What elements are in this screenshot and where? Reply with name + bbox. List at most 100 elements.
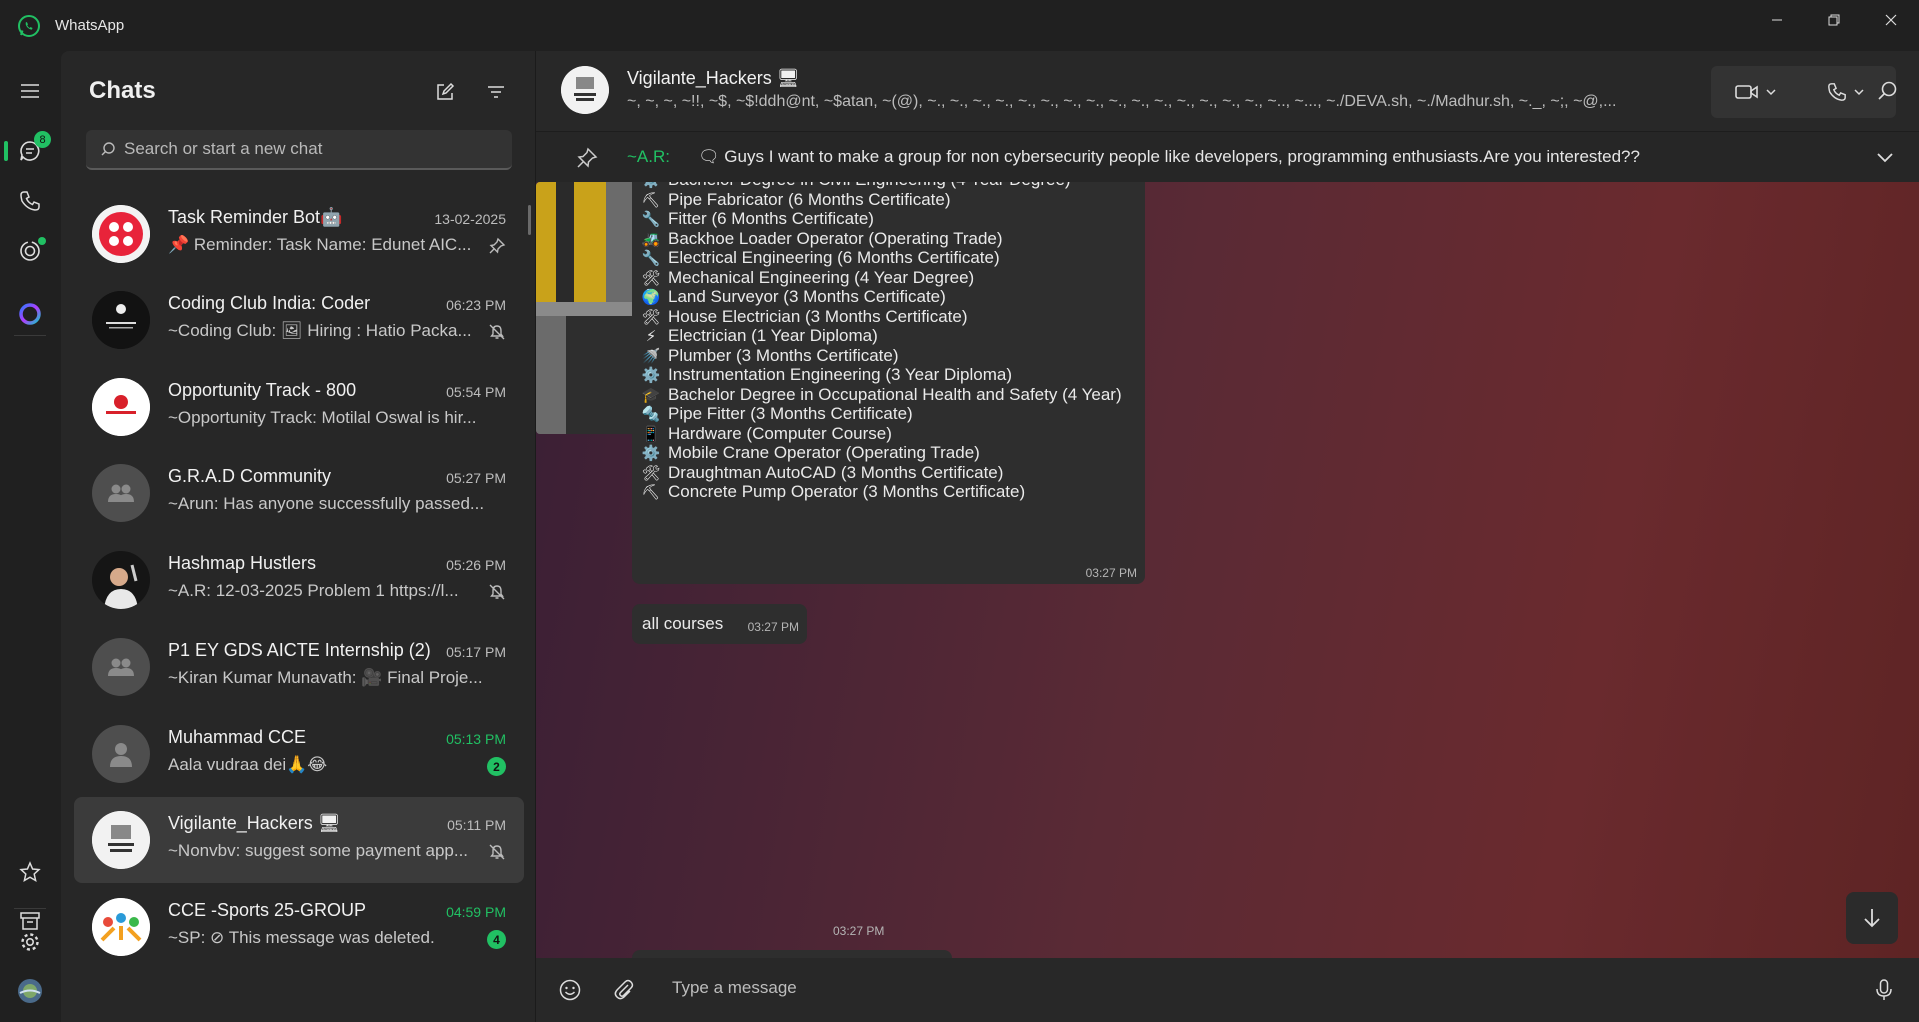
restore-button[interactable] [1805, 0, 1862, 40]
emoji-icon[interactable] [558, 978, 582, 1002]
whatsapp-logo-icon [18, 14, 40, 37]
course-emoji: ⛏ [641, 191, 661, 209]
course-text: Hardware (Computer Course) [668, 423, 892, 443]
message-input[interactable] [672, 978, 1772, 998]
chat-time: 05:54 PM [446, 384, 506, 400]
course-text: Backhoe Loader Operator (Operating Trade… [668, 228, 1003, 248]
group-avatar[interactable] [561, 66, 609, 114]
chat-item-grad-community[interactable]: G.R.A.D Community 05:27 PM ~Arun: Has an… [74, 450, 524, 536]
course-line: 🔧 Electrical Engineering (6 Months Certif… [642, 248, 1000, 268]
active-indicator [4, 141, 8, 161]
course-emoji: 📱 [641, 425, 661, 443]
microphone-icon[interactable] [1872, 978, 1896, 1002]
call-buttons [1711, 66, 1896, 118]
course-emoji: 🔩 [641, 406, 661, 423]
menu-button[interactable] [17, 78, 43, 104]
coding-club-logo-icon [92, 291, 150, 349]
search-icon [101, 142, 115, 156]
course-text: House Electrician (3 Months Certificate) [668, 306, 968, 326]
chat-item-muhammad-cce[interactable]: Muhammad CCE 05:13 PM Aala vudraa dei🙏😂 … [74, 711, 524, 797]
message-bubble[interactable]: ⚙️Bachelor Degree in Civil Engineering (… [632, 182, 1145, 584]
chat-name: Coding Club India: Coder [168, 293, 371, 313]
group-icon [108, 484, 134, 502]
gear-icon [21, 933, 39, 951]
pin-icon [489, 237, 506, 254]
course-line: 📱 Hardware (Computer Course) [642, 424, 892, 444]
hamburger-icon [21, 84, 39, 98]
chats-title: Chats [89, 77, 156, 104]
close-button[interactable] [1862, 0, 1919, 40]
compose-icon [437, 82, 455, 100]
chat-name: Hashmap Hustlers [168, 553, 317, 573]
course-text: Bachelor Degree in Occupational Health a… [668, 384, 1122, 404]
nav-calls-button[interactable] [17, 188, 43, 214]
message-bubble[interactable]: all courses 03:27 PM [632, 604, 807, 644]
course-text: Electrical Engineering (6 Months Certifi… [668, 248, 1000, 267]
title-bar: WhatsApp [0, 0, 1919, 51]
chat-preview: ~A.R: 12-03-2025 Problem 1 https://l... [168, 581, 459, 600]
avatar [92, 291, 150, 349]
vigilante-logo-icon [92, 811, 150, 869]
course-line: 🛠 Mechanical Engineering (4 Year Degree) [641, 268, 974, 288]
new-chat-button[interactable] [432, 79, 458, 105]
chat-item-opportunity-track[interactable]: Opportunity Track - 800 05:54 PM ~Opport… [74, 364, 524, 450]
message-composer [536, 958, 1919, 1022]
course-text: Concrete Pump Operator (3 Months Certifi… [668, 482, 1026, 501]
chat-preview: ~Kiran Kumar Munavath: 🎥 Final Proje... [168, 668, 483, 687]
pin-icon [577, 147, 598, 168]
paperclip-icon[interactable] [612, 978, 636, 1002]
profile-button[interactable] [17, 978, 43, 1004]
course-line: ⚡ Electrician (1 Year Diploma) [642, 326, 878, 346]
course-line: ⚙️ Instrumentation Engineering (3 Year Di… [642, 365, 1012, 385]
message-time: 03:27 PM [833, 924, 885, 938]
chat-item-task-reminder-bot[interactable]: Task Reminder Bot🤖 13-02-2025 📌 Reminder… [74, 191, 524, 277]
pinned-message-bar[interactable]: ~A.R: 🗨 Guys I want to make a group for … [536, 131, 1919, 182]
starred-button[interactable] [17, 859, 43, 885]
rail-divider [14, 335, 46, 336]
course-emoji: ⚙️ [641, 367, 661, 384]
meta-ai-button[interactable] [17, 301, 43, 327]
chat-item-cce-sports[interactable]: CCE -Sports 25-GROUP 04:59 PM ~SP: ⊘ Thi… [74, 884, 524, 970]
muted-icon [489, 324, 505, 340]
conversation-name: Vigilante_Hackers 🖥 [627, 68, 800, 88]
chat-item-p1-ey-gds[interactable]: P1 EY GDS AICTE Internship (2) 05:17 PM … [74, 624, 524, 710]
scroll-to-bottom-button[interactable] [1846, 892, 1898, 944]
video-call-button[interactable] [1711, 66, 1801, 118]
chat-time: 06:23 PM [446, 297, 506, 313]
course-line: 🌍 Land Surveyor (3 Months Certificate) [642, 287, 946, 307]
chat-name: Vigilante_Hackers 🖥 [168, 813, 341, 833]
chat-item-vigilante-hackers[interactable]: Vigilante_Hackers 🖥 05:11 PM ~Nonvbv: su… [74, 797, 524, 883]
search-messages-icon[interactable] [1877, 80, 1899, 102]
message-bubble [632, 950, 952, 958]
conversation-header[interactable]: Vigilante_Hackers 🖥 ~, ~, ~, ~!!, ~$, ~$… [536, 51, 1919, 131]
course-text: Draughtman AutoCAD (3 Months Certificate… [668, 462, 1004, 482]
avatar [92, 205, 150, 263]
chat-time: 05:26 PM [446, 557, 506, 573]
sports-group-logo-icon [92, 898, 150, 956]
avatar [92, 811, 150, 869]
unread-badge: 2 [487, 757, 506, 776]
search-input[interactable] [124, 139, 484, 159]
settings-button[interactable] [17, 929, 43, 955]
app-title: WhatsApp [55, 17, 125, 34]
chat-list-panel: Chats Task Reminder Bot🤖 13-02-2025 📌 Re… [61, 51, 536, 1022]
chat-item-hashmap-hustlers[interactable]: Hashmap Hustlers 05:26 PM ~A.R: 12-03-20… [74, 537, 524, 623]
profile-avatar-icon [18, 979, 42, 1003]
course-emoji: 🔧 [641, 250, 661, 267]
todoist-logo-icon [92, 205, 150, 263]
course-line: 🎓 Bachelor Degree in Occupational Health … [642, 385, 1122, 405]
filter-button[interactable] [483, 79, 509, 105]
chat-item-coding-club-india[interactable]: Coding Club India: Coder 06:23 PM ~Codin… [74, 277, 524, 363]
course-line: 🚿 Plumber (3 Months Certificate) [642, 346, 899, 366]
chat-list-scrollbar[interactable] [528, 205, 531, 235]
minimize-button[interactable] [1748, 0, 1805, 40]
chat-preview: ~Arun: Has anyone successfully passed... [168, 494, 485, 513]
course-emoji: 🚜 [641, 230, 661, 248]
search-box[interactable] [86, 130, 512, 170]
course-emoji: ⛏ [641, 484, 661, 501]
chat-preview: ~Coding Club: 🖼 Hiring : Hatio Packa... [168, 321, 472, 340]
arrow-down-icon [1864, 909, 1880, 928]
chevron-down-icon[interactable] [1875, 147, 1895, 167]
chevron-down-icon [1854, 89, 1864, 96]
chat-name: CCE -Sports 25-GROUP [168, 900, 367, 920]
